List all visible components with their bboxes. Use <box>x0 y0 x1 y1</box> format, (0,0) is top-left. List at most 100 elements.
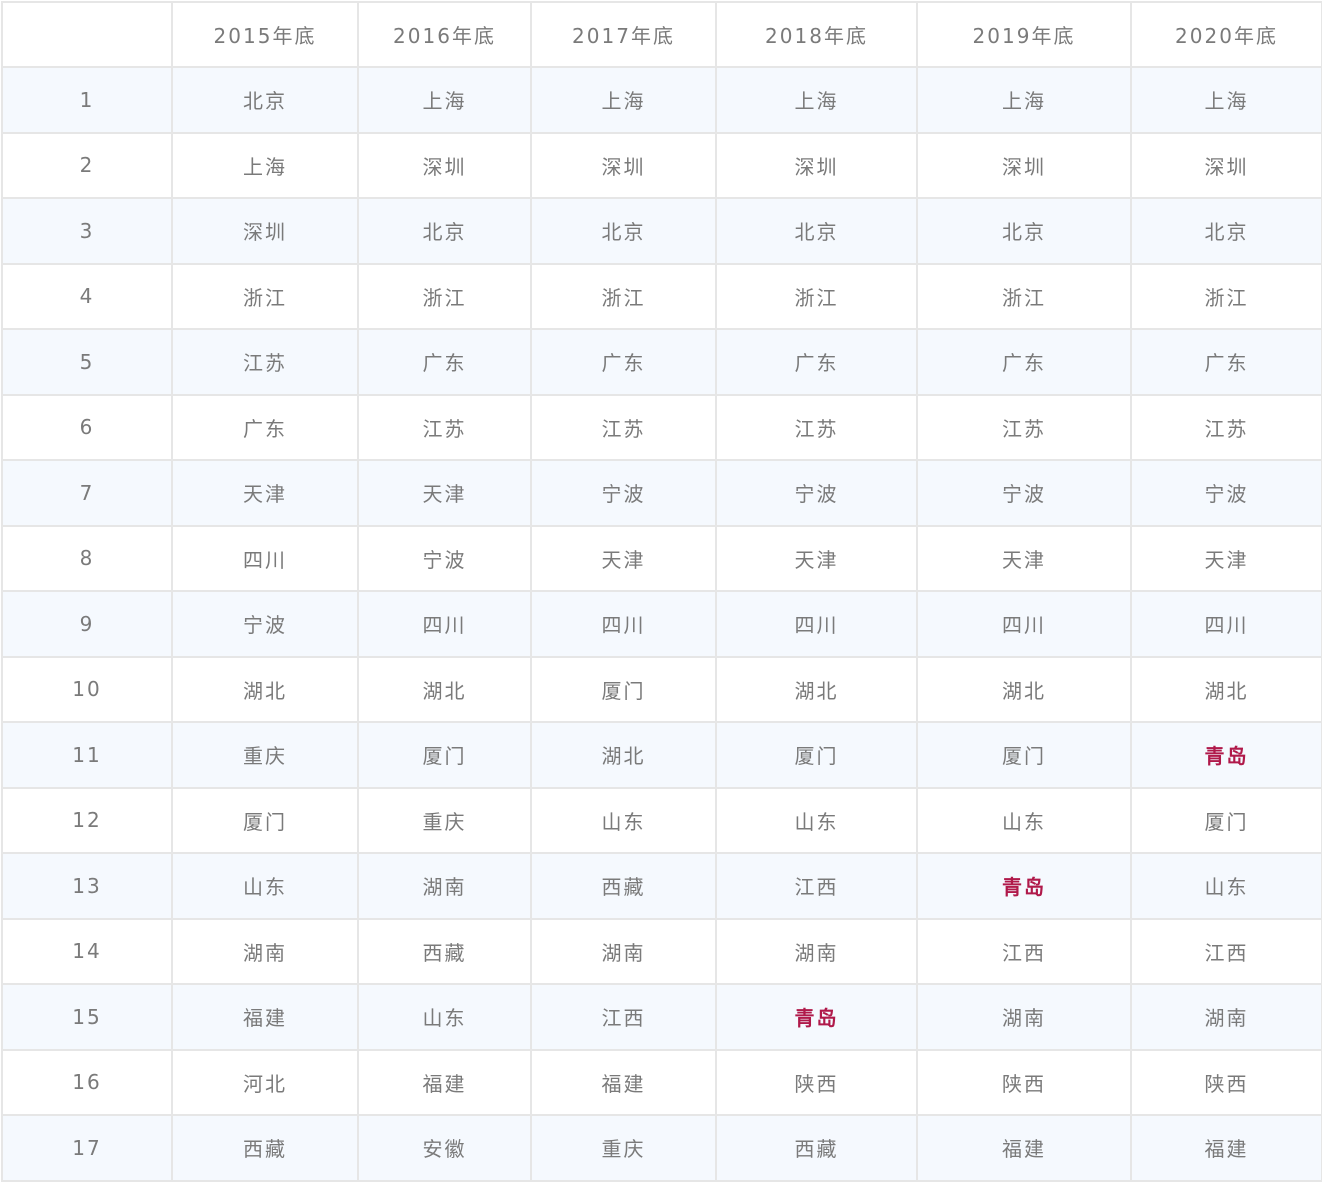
rank-cell: 13 <box>1 852 173 920</box>
column-header-2015: 2015年底 <box>171 1 359 68</box>
region-cell: 广东 <box>916 328 1132 396</box>
region-cell: 湖北 <box>171 655 359 723</box>
region-cell: 山东 <box>1130 852 1322 920</box>
region-cell: 湖北 <box>916 655 1132 723</box>
region-cell: 广东 <box>171 393 359 461</box>
table-row: 10 湖北 湖北 厦门 湖北 湖北 湖北 <box>1 655 1322 723</box>
region-cell: 天津 <box>357 459 532 527</box>
table-body: 1 北京 上海 上海 上海 上海 上海 2 上海 深圳 深圳 深圳 深圳 深圳 3 深圳 北京 北京 北京 北京 北京 4… <box>1 66 1322 1182</box>
region-cell: 宁波 <box>357 524 532 592</box>
region-cell: 湖南 <box>171 917 359 985</box>
region-cell: 山东 <box>916 786 1132 854</box>
region-cell: 深圳 <box>530 131 717 199</box>
region-cell: 湖北 <box>530 721 717 789</box>
region-cell: 宁波 <box>171 590 359 658</box>
rank-cell: 12 <box>1 786 173 854</box>
region-cell: 湖南 <box>530 917 717 985</box>
region-cell: 江西 <box>916 917 1132 985</box>
rank-cell: 10 <box>1 655 173 723</box>
rank-cell: 3 <box>1 197 173 265</box>
region-cell: 江苏 <box>530 393 717 461</box>
region-cell: 山东 <box>530 786 717 854</box>
region-cell: 厦门 <box>1130 786 1322 854</box>
region-cell: 宁波 <box>715 459 918 527</box>
region-cell: 天津 <box>530 524 717 592</box>
region-cell: 湖南 <box>357 852 532 920</box>
region-cell: 深圳 <box>171 197 359 265</box>
region-cell: 厦门 <box>171 786 359 854</box>
region-cell: 重庆 <box>171 721 359 789</box>
table-row: 11 重庆 厦门 湖北 厦门 厦门 青岛 <box>1 721 1322 789</box>
region-cell: 北京 <box>715 197 918 265</box>
region-cell: 深圳 <box>715 131 918 199</box>
table-row: 8 四川 宁波 天津 天津 天津 天津 <box>1 524 1322 592</box>
region-cell: 湖北 <box>1130 655 1322 723</box>
region-cell: 湖南 <box>715 917 918 985</box>
rank-cell: 14 <box>1 917 173 985</box>
table-row: 15 福建 山东 江西 青岛 湖南 湖南 <box>1 983 1322 1051</box>
region-cell: 厦门 <box>916 721 1132 789</box>
region-cell: 浙江 <box>530 262 717 330</box>
region-cell: 深圳 <box>916 131 1132 199</box>
region-cell: 四川 <box>1130 590 1322 658</box>
table-row: 4 浙江 浙江 浙江 浙江 浙江 浙江 <box>1 262 1322 330</box>
table-row: 3 深圳 北京 北京 北京 北京 北京 <box>1 197 1322 265</box>
rank-cell: 8 <box>1 524 173 592</box>
region-cell: 江苏 <box>357 393 532 461</box>
rank-cell: 6 <box>1 393 173 461</box>
region-cell: 宁波 <box>916 459 1132 527</box>
region-cell: 四川 <box>916 590 1132 658</box>
region-cell: 上海 <box>715 66 918 134</box>
region-cell: 陕西 <box>916 1048 1132 1116</box>
region-cell: 上海 <box>357 66 532 134</box>
region-cell: 浙江 <box>1130 262 1322 330</box>
region-cell: 浙江 <box>357 262 532 330</box>
region-cell: 天津 <box>1130 524 1322 592</box>
region-cell: 厦门 <box>715 721 918 789</box>
region-cell: 湖南 <box>916 983 1132 1051</box>
table-row: 9 宁波 四川 四川 四川 四川 四川 <box>1 590 1322 658</box>
region-cell: 安徽 <box>357 1114 532 1182</box>
rank-cell: 2 <box>1 131 173 199</box>
region-cell: 江苏 <box>916 393 1132 461</box>
region-cell: 天津 <box>916 524 1132 592</box>
region-cell: 浙江 <box>171 262 359 330</box>
region-cell: 宁波 <box>530 459 717 527</box>
region-cell: 上海 <box>171 131 359 199</box>
region-cell: 上海 <box>1130 66 1322 134</box>
rank-cell: 17 <box>1 1114 173 1182</box>
region-cell: 深圳 <box>357 131 532 199</box>
table-row: 14 湖南 西藏 湖南 湖南 江西 江西 <box>1 917 1322 985</box>
rank-cell: 11 <box>1 721 173 789</box>
region-cell: 陕西 <box>1130 1048 1322 1116</box>
highlighted-region-cell: 青岛 <box>715 983 918 1051</box>
region-cell: 江西 <box>530 983 717 1051</box>
region-cell: 福建 <box>1130 1114 1322 1182</box>
table-row: 13 山东 湖南 西藏 江西 青岛 山东 <box>1 852 1322 920</box>
region-cell: 西藏 <box>171 1114 359 1182</box>
table-row: 7 天津 天津 宁波 宁波 宁波 宁波 <box>1 459 1322 527</box>
region-cell: 浙江 <box>715 262 918 330</box>
column-header-2016: 2016年底 <box>357 1 532 68</box>
region-cell: 天津 <box>715 524 918 592</box>
column-header-2019: 2019年底 <box>916 1 1132 68</box>
column-header-2020: 2020年底 <box>1130 1 1322 68</box>
region-cell: 江苏 <box>171 328 359 396</box>
region-cell: 四川 <box>171 524 359 592</box>
region-cell: 陕西 <box>715 1048 918 1116</box>
rank-cell: 15 <box>1 983 173 1051</box>
region-cell: 湖北 <box>715 655 918 723</box>
region-cell: 湖南 <box>1130 983 1322 1051</box>
region-cell: 广东 <box>357 328 532 396</box>
region-cell: 四川 <box>357 590 532 658</box>
rank-cell: 1 <box>1 66 173 134</box>
region-cell: 重庆 <box>357 786 532 854</box>
region-cell: 重庆 <box>530 1114 717 1182</box>
region-cell: 上海 <box>916 66 1132 134</box>
region-cell: 宁波 <box>1130 459 1322 527</box>
table-row: 12 厦门 重庆 山东 山东 山东 厦门 <box>1 786 1322 854</box>
region-cell: 江西 <box>715 852 918 920</box>
region-cell: 山东 <box>715 786 918 854</box>
region-cell: 福建 <box>530 1048 717 1116</box>
region-cell: 浙江 <box>916 262 1132 330</box>
